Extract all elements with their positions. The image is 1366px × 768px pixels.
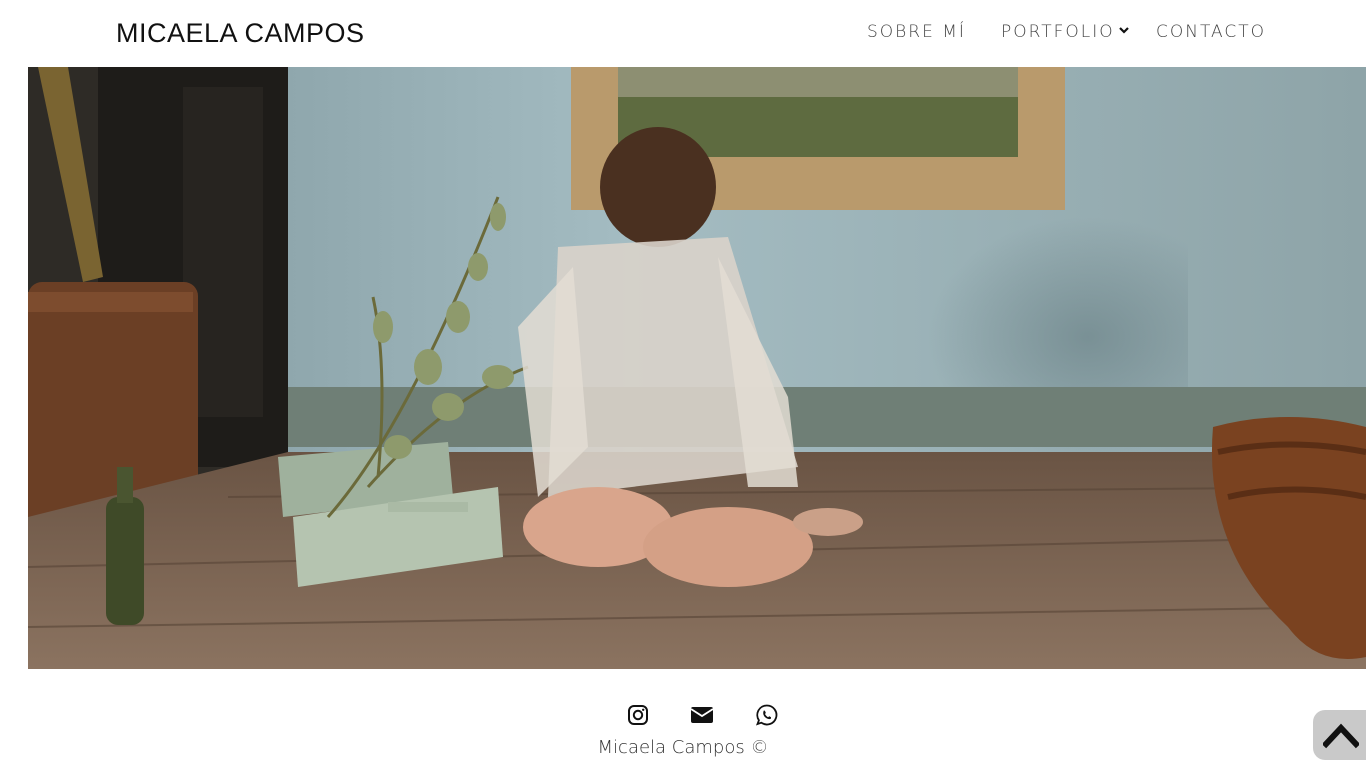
social-links [0,703,1366,727]
instagram-icon[interactable] [626,703,650,727]
copyright-text: Micaela Campos © [597,737,769,758]
chevron-down-icon [1118,27,1129,34]
nav-item-contact[interactable]: CONTACTO [1156,22,1266,42]
nav-item-about[interactable]: SOBRE MÍ [867,22,966,42]
whatsapp-icon[interactable] [755,703,779,727]
nav-item-contact-label: CONTACTO [1156,22,1266,42]
nav-item-portfolio-label: PORTFOLIO [1001,22,1115,42]
site-header: MICAELA CAMPOS SOBRE MÍ PORTFOLIO CONTAC… [0,0,1366,67]
chevron-up-icon [1323,723,1359,749]
hero-image [28,67,1366,669]
scroll-to-top-button[interactable] [1313,710,1366,760]
nav-item-about-label: SOBRE MÍ [867,22,966,42]
main-nav: SOBRE MÍ PORTFOLIO CONTACTO [0,22,1366,46]
hero-photograph [28,67,1366,669]
nav-item-portfolio[interactable]: PORTFOLIO [1001,22,1129,42]
envelope-icon[interactable] [690,703,714,727]
